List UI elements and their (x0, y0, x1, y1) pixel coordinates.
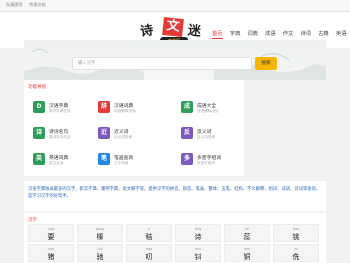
pinyin: zhu (47, 247, 55, 251)
nav-item-chengyu[interactable]: 成语 (265, 31, 276, 37)
top-link[interactable]: 弘扬国学 (6, 2, 23, 7)
tool-item[interactable]: 多 多音字组词 多音字组词 (181, 151, 251, 173)
antonym-icon: 反 (181, 127, 193, 139)
nav-item-english[interactable]: 英语 (336, 31, 347, 37)
character: 侁 (292, 253, 300, 261)
nav-item-shici[interactable]: 诗词 (300, 31, 311, 37)
poem-icon: 诗 (33, 127, 45, 139)
pinyin: chi (97, 247, 103, 251)
nav-item-guji[interactable]: 古籍 (318, 31, 329, 37)
top-bar: 弘扬国学 传承文化 (0, 0, 350, 12)
character: 要 (47, 233, 55, 241)
hanzi-cell[interactable]: yao 要 (28, 224, 74, 242)
pinyin: ting (194, 227, 202, 231)
pinyin: bang (95, 227, 105, 231)
hanzi-section: 汉字 yao 要 bang 榛 ji 秸 ting 诗 rui 蕊 tiao 铫 zhu 猪 … (24, 213, 326, 263)
hanzi-cell[interactable]: zhu 猪 (28, 244, 74, 262)
intro-section: 汉语字典收录最多的汉字，新华字典、康熙字典、说文解字等，提供汉字的拼音、部首、笔… (24, 181, 326, 211)
dictionary-icon: 辞 (98, 101, 110, 113)
hanzi-cell[interactable]: hou 铜 (224, 244, 270, 262)
top-links: 弘扬国学 传承文化 (6, 2, 51, 8)
character: 榛 (96, 233, 104, 241)
search-button[interactable]: 搜索 (255, 57, 277, 70)
tool-name: 反义词 (197, 130, 212, 135)
nav-item-home[interactable]: 首页 (212, 31, 223, 39)
tool-item[interactable]: D 汉语字典 新华字典在线 (33, 99, 103, 121)
character: 铫 (292, 233, 300, 241)
tool-desc: 汉字笔画 (114, 161, 129, 165)
character: 铜 (243, 253, 251, 261)
idiom-icon: 成 (181, 101, 193, 113)
pinyin: ji (148, 227, 150, 231)
tool-item[interactable]: 反 反义词 反义词查询 (181, 125, 251, 147)
tool-name: 近义词 (114, 130, 129, 135)
tool-desc: 成语解释出处 (197, 109, 219, 113)
pinyin: rui (244, 227, 250, 231)
character: 蕊 (243, 233, 251, 241)
tool-name: 汉语词典 (114, 104, 134, 109)
pinyin: yao (47, 227, 55, 231)
hanzi-cell[interactable]: tiao 铫 (273, 224, 319, 242)
tool-desc: 唐诗宋词元曲 (49, 135, 71, 139)
tool-name: 笔画查询 (114, 156, 134, 161)
tool-desc: 新华字典在线 (49, 109, 71, 113)
hanzi-cell[interactable]: tou 钭 (175, 244, 221, 262)
logo-char: 文 (162, 17, 184, 37)
logo-char: 迷 (187, 23, 202, 40)
logo-char: 诗 (139, 23, 155, 40)
nav-item-zidian[interactable]: 字典 (230, 31, 241, 37)
pinyin: dao (145, 247, 153, 251)
tool-name: 成语大全 (197, 104, 217, 109)
hanzi-cell[interactable]: chi 驰 (77, 244, 123, 262)
tool-desc: 多音字组词 (197, 161, 215, 165)
tool-item[interactable]: 成 成语大全 成语解释出处 (181, 99, 251, 121)
tool-desc: 反义词查询 (197, 135, 215, 139)
character: 钭 (194, 253, 202, 261)
hanzi-cell[interactable]: rui 蕊 (224, 224, 270, 242)
nav-item-cidian[interactable]: 词典 (247, 31, 258, 37)
tool-item[interactable]: 辞 汉语词典 词语解释查询 (98, 99, 168, 121)
intro-text: 汉语字典收录最多的汉字，新华字典、康熙字典、说文解字等，提供汉字的拼音、部首、笔… (28, 187, 321, 199)
hanzi-cell[interactable]: ji 秸 (126, 224, 172, 242)
tool-name: 多音字组词 (197, 156, 221, 161)
panel-title: 功能导航 (28, 85, 47, 90)
main-nav: 首页 字典 词典 成语 作文 诗词 古籍 英语 (212, 29, 350, 39)
tool-desc: 近义词查询 (114, 135, 132, 139)
character: 秸 (145, 233, 153, 241)
pinyin: tou (195, 247, 201, 251)
tool-name: 诗词名句 (49, 130, 69, 135)
tool-item[interactable]: 笔 笔画查询 汉字笔画 (98, 151, 168, 173)
tool-item[interactable]: 英 英语词典 英汉互译 (33, 151, 103, 173)
hanzi-cell[interactable]: pi 侁 (273, 244, 319, 262)
section-title: 汉字 (28, 218, 37, 223)
tool-desc: 词语解释查询 (114, 109, 136, 113)
character: 诗 (194, 233, 202, 241)
polyphone-icon: 多 (181, 153, 193, 165)
tool-desc: 英汉互译 (49, 161, 64, 165)
character: 猪 (47, 253, 55, 261)
stroke-icon: 笔 (98, 153, 110, 165)
pinyin: pi (294, 247, 298, 251)
tool-item[interactable]: 诗 诗词名句 唐诗宋词元曲 (33, 125, 103, 147)
tool-name: 汉语字典 (49, 104, 69, 109)
search-input[interactable]: 输入汉字 (72, 57, 252, 70)
english-icon: 英 (33, 153, 45, 165)
tool-name: 英语词典 (49, 156, 69, 161)
tools-panel: 功能导航 D 汉语字典 新华字典在线 辞 汉语词典 词语解释查询 成 成语大全 … (24, 80, 244, 176)
top-link[interactable]: 传承文化 (29, 2, 46, 7)
character: 驰 (96, 253, 104, 261)
tool-item[interactable]: 近 近义词 近义词查询 (98, 125, 168, 147)
hanzi-cell[interactable]: ting 诗 (175, 224, 221, 242)
pinyin: hou (243, 247, 251, 251)
synonym-icon: 近 (98, 127, 110, 139)
character: 叨 (145, 253, 153, 261)
pinyin: tiao (292, 227, 300, 231)
hanzi-cell[interactable]: bang 榛 (77, 224, 123, 242)
book-icon: D (33, 101, 45, 113)
nav-item-zuowen[interactable]: 作文 (283, 31, 294, 37)
hanzi-cell[interactable]: dao 叨 (126, 244, 172, 262)
